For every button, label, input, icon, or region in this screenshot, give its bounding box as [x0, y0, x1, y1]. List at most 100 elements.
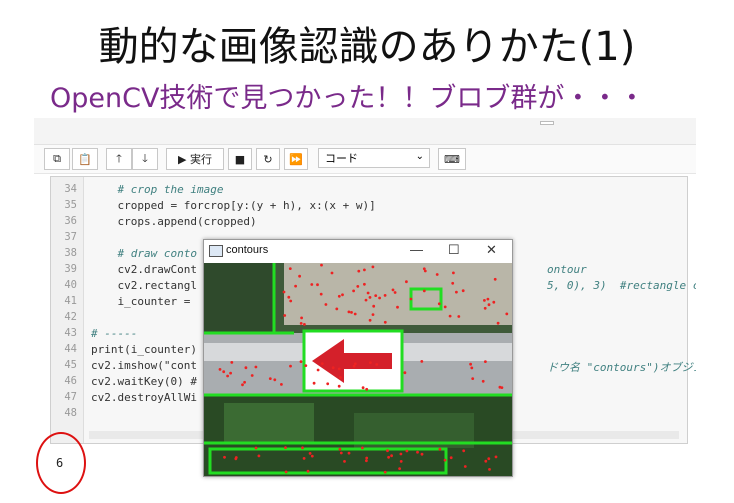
stop-icon[interactable]: ■: [228, 148, 252, 170]
fast-forward-icon[interactable]: ⏩: [284, 148, 308, 170]
contour-dot: [241, 383, 244, 387]
contour-dot: [422, 267, 426, 271]
contour-dot: [374, 294, 378, 297]
contour-dot: [405, 449, 409, 453]
line-number: 48: [64, 407, 77, 419]
contour-dot: [451, 281, 455, 285]
contour-dot: [312, 381, 316, 385]
contour-dot: [282, 290, 286, 294]
restart-icon[interactable]: ↻: [256, 148, 280, 170]
contour-dot: [301, 446, 304, 450]
contour-dot: [399, 452, 403, 456]
contour-dot: [363, 282, 366, 286]
code-line-tail: ドウ名 "contours")オブジェ: [547, 361, 696, 374]
contours-window[interactable]: contours — ☐ ✕: [203, 239, 513, 477]
code-line: cv2.rectangl: [91, 279, 197, 292]
contour-dot: [324, 303, 328, 306]
contour-dot: [289, 299, 293, 303]
contour-dot: [222, 370, 226, 374]
code-line: # draw conto: [91, 247, 197, 260]
line-number: 36: [64, 215, 77, 227]
contour-dot: [443, 458, 447, 462]
contour-dot: [378, 296, 381, 300]
line-number: 37: [64, 231, 77, 243]
menu-bar: [34, 118, 696, 145]
contour-dot: [387, 455, 390, 459]
contour-dot: [371, 265, 375, 269]
contour-dot: [471, 377, 475, 380]
contour-dot: [218, 368, 222, 371]
contour-dot: [416, 450, 419, 454]
kernel-indicator: [540, 121, 554, 125]
contour-dot: [350, 311, 353, 314]
contour-dot: [288, 267, 292, 270]
contour-dot: [280, 383, 283, 386]
code-line: cv2.destroyAllWi: [91, 391, 197, 404]
contour-dot: [337, 384, 341, 388]
contour-dot: [341, 293, 344, 297]
contour-dot: [254, 365, 258, 369]
contour-dot: [398, 467, 401, 470]
contour-dot: [461, 289, 465, 293]
code-line-tail: 5, 0), 3) #rectangle cor: [547, 279, 696, 292]
contour-dot: [391, 288, 395, 292]
line-number: 39: [64, 263, 77, 275]
maximize-button[interactable]: ☐: [448, 242, 460, 258]
contour-dot: [493, 277, 497, 281]
code-line: cropped = forcrop[y:(y + h), x:(x + w)]: [91, 199, 376, 212]
contour-dot: [366, 291, 370, 295]
minimize-button[interactable]: —: [410, 242, 423, 257]
cell-type-select[interactable]: コード ⌄: [318, 148, 430, 168]
run-button[interactable]: ▶ 実行: [166, 148, 224, 170]
contour-dot: [361, 446, 364, 450]
contour-dot: [364, 298, 368, 302]
output-highlight-circle: [36, 432, 86, 494]
close-button[interactable]: ✕: [486, 242, 497, 258]
contour-dot: [299, 360, 303, 363]
contour-dot: [339, 451, 343, 455]
copy-cell-icon[interactable]: ⧉: [44, 148, 70, 170]
window-icon: [209, 245, 223, 257]
slide-title: 動的な画像認識のありかた(1): [98, 24, 636, 70]
line-number: 46: [64, 375, 77, 387]
contour-dot: [326, 382, 330, 386]
contour-dot: [481, 379, 485, 383]
contour-dot: [492, 300, 496, 304]
code-line: cv2.waitKey(0) #: [91, 375, 197, 388]
contour-dot: [257, 454, 261, 458]
line-number: 34: [64, 183, 77, 195]
move-up-icon[interactable]: 🡑: [106, 148, 132, 170]
contour-dot: [320, 263, 323, 267]
keyboard-icon[interactable]: ⌨: [438, 148, 466, 170]
paste-cell-icon[interactable]: 📋: [72, 148, 98, 170]
contour-dot: [494, 455, 498, 459]
window-titlebar[interactable]: contours — ☐ ✕: [204, 240, 512, 262]
contour-dot: [356, 285, 360, 288]
contour-dot: [496, 321, 500, 325]
contour-dot: [250, 374, 254, 377]
contour-dot: [308, 452, 312, 455]
contour-dot: [223, 455, 226, 459]
contour-dot: [396, 305, 399, 309]
contour-dot: [347, 451, 351, 455]
contour-dot: [486, 297, 490, 301]
line-number: 41: [64, 295, 77, 307]
contour-dot: [230, 361, 234, 364]
contour-dot: [363, 268, 366, 272]
contour-dot: [303, 323, 306, 326]
contour-dot: [320, 362, 324, 365]
contour-dot: [420, 452, 424, 456]
contour-dot: [365, 459, 368, 463]
contour-dot: [369, 361, 372, 364]
contour-dot: [383, 320, 387, 324]
move-down-icon[interactable]: 🡓: [132, 148, 158, 170]
contour-dot: [352, 364, 356, 368]
line-number: 38: [64, 247, 77, 259]
contour-dot: [304, 364, 308, 367]
line-number: 44: [64, 343, 77, 355]
contour-dot: [294, 284, 297, 288]
window-title: contours: [226, 244, 269, 256]
cell-type-value: コード: [325, 152, 358, 165]
contour-dot: [338, 447, 342, 451]
notebook-toolbar: ⧉ 📋 🡑 🡓 ▶ 実行 ■ ↻ ⏩ コード ⌄ ⌨: [34, 145, 696, 174]
